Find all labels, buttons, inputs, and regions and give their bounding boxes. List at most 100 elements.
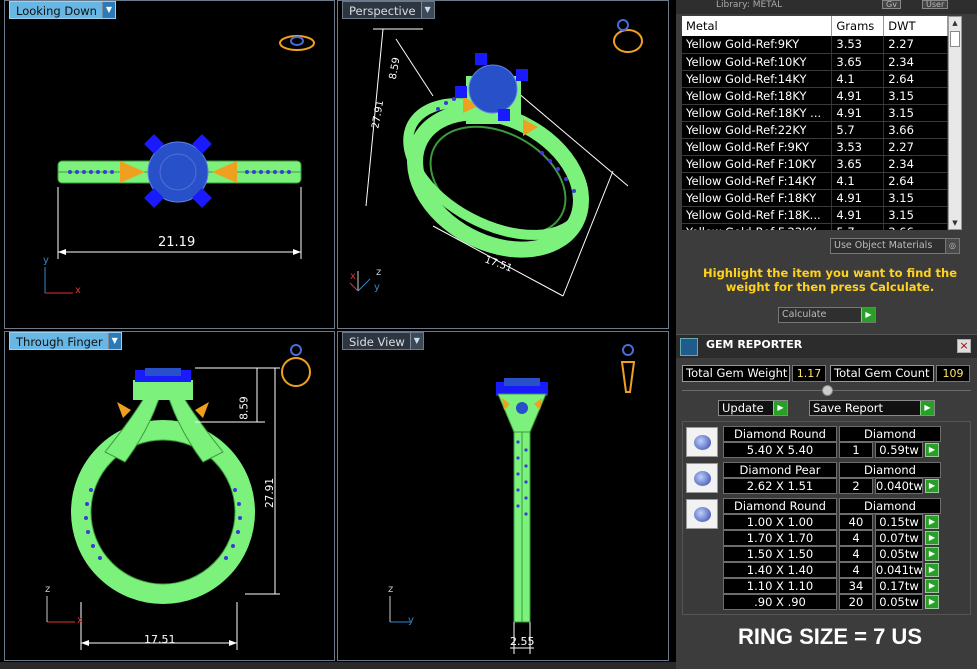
metal-cell-grams: 4.1 <box>831 70 885 88</box>
metal-table-row[interactable]: Yellow Gold-Ref:9KY 3.53 2.27 <box>682 36 948 54</box>
viewport-through-finger[interactable]: Through Finger ▼ 8.59 27.91 17.51 x z <box>4 331 335 661</box>
metal-table-row[interactable]: Yellow Gold-Ref F:18KY 4.91 3.15 <box>682 189 948 207</box>
gem-group: Diamond Pear Diamond 2.62 X 1.51 2 0.040tw ▶ <box>683 462 972 496</box>
axis-z-label: z <box>388 584 394 595</box>
gem-reporter-icon <box>680 338 698 356</box>
calculate-button[interactable]: Calculate ▶ <box>778 307 876 323</box>
chevron-down-icon[interactable]: ▼ <box>409 333 423 349</box>
axis-x-label: x <box>77 615 83 626</box>
metal-table-row[interactable]: Yellow Gold-Ref:14KY 4.1 2.64 <box>682 70 948 88</box>
gem-shape: Diamond Pear <box>723 462 837 478</box>
metal-cell-metal: Yellow Gold-Ref:22KY <box>682 121 833 139</box>
circle-option-icon[interactable]: ◎ <box>945 239 959 253</box>
gem-thumbnail[interactable] <box>686 427 718 457</box>
scroll-up-icon[interactable]: ▲ <box>949 17 961 29</box>
metal-cell-grams: 4.91 <box>831 206 885 224</box>
axis-y-label: y <box>408 615 414 626</box>
scroll-down-icon[interactable]: ▼ <box>949 217 961 229</box>
metal-cell-grams: 3.53 <box>831 36 885 54</box>
viewport-perspective[interactable]: Perspective ▼ 8.59 27.91 17.51 z x y <box>337 0 669 329</box>
metal-table-row[interactable]: Yellow Gold-Ref F:9KY 3.53 2.27 <box>682 138 948 156</box>
metal-cell-dwt: 2.34 <box>883 155 948 173</box>
play-arrow-icon[interactable]: ▶ <box>773 401 787 415</box>
chevron-down-icon[interactable]: ▼ <box>420 2 434 18</box>
play-arrow-icon[interactable]: ▶ <box>925 563 939 577</box>
play-arrow-icon[interactable]: ▶ <box>925 579 939 593</box>
gem-reporter-header: GEM REPORTER × <box>676 334 977 358</box>
use-object-materials-select[interactable]: Use Object Materials ◎ <box>830 238 960 254</box>
gem-group: Diamond Round Diamond 5.40 X 5.40 1 0.59tw ▶ <box>683 426 972 460</box>
gem-reporter-title: GEM REPORTER <box>706 338 803 351</box>
metal-table-row[interactable]: Yellow Gold-Ref:18KY ... 4.91 3.15 <box>682 104 948 122</box>
gem-weight: 0.07tw <box>875 530 923 546</box>
tab-perspective[interactable]: Perspective ▼ <box>342 1 435 19</box>
metal-table[interactable]: Metal Grams DWT Yellow Gold-Ref:9KY 3.53 2… <box>682 16 948 230</box>
chevron-down-icon[interactable]: ▼ <box>107 333 121 349</box>
gem-count: 40 <box>839 514 873 530</box>
metal-table-row[interactable]: Yellow Gold-Ref:22KY 5.7 3.66 <box>682 121 948 139</box>
play-arrow-icon[interactable]: ▶ <box>920 401 934 415</box>
play-arrow-icon[interactable]: ▶ <box>925 443 939 457</box>
gem-shape: Diamond Round <box>723 498 837 514</box>
divider-handle[interactable] <box>822 385 833 396</box>
axis-y-label: y <box>374 282 380 293</box>
close-icon[interactable]: × <box>957 339 971 353</box>
gem-material: Diamond <box>839 462 941 478</box>
total-gem-count-value: 109 <box>936 365 970 382</box>
metal-cell-dwt: 2.64 <box>883 70 948 88</box>
play-arrow-icon[interactable]: ▶ <box>925 479 939 493</box>
tab-looking-down[interactable]: Looking Down ▼ <box>9 1 116 19</box>
metal-cell-grams: 5.7 <box>831 121 885 139</box>
viewport-side-view[interactable]: Side View ▼ 2.55 y z <box>337 331 669 661</box>
gem-weight: 0.17tw <box>875 578 923 594</box>
through-finger-drawing <box>46 344 311 650</box>
gem-group: Diamond Round Diamond 1.00 X 1.00 40 0.15tw ▶… <box>683 498 972 612</box>
gem-thumbnail[interactable] <box>686 463 718 493</box>
gem-shape: Diamond Round <box>723 426 837 442</box>
diamond-icon <box>694 435 711 450</box>
play-arrow-icon[interactable]: ▶ <box>861 308 875 322</box>
metal-table-row[interactable]: Yellow Gold-Ref:10KY 3.65 2.34 <box>682 53 948 71</box>
metal-table-row[interactable]: Yellow Gold-Ref F:10KY 3.65 2.34 <box>682 155 948 173</box>
metal-cell-dwt: 3.15 <box>883 189 948 207</box>
metal-cell-metal: Yellow Gold-Ref:14KY <box>682 70 833 88</box>
column-header-metal[interactable]: Metal <box>682 16 833 36</box>
metal-cell-dwt: 2.27 <box>883 36 948 54</box>
gem-size: 5.40 X 5.40 <box>723 442 837 458</box>
library-user-button[interactable]: User <box>922 0 949 9</box>
gem-list[interactable]: Diamond Round Diamond 5.40 X 5.40 1 0.59tw ▶ D… <box>682 421 971 615</box>
metal-table-scrollbar[interactable]: ▲ ▼ <box>948 16 962 230</box>
gem-count: 20 <box>839 594 873 610</box>
tab-through-finger[interactable]: Through Finger ▼ <box>9 332 122 350</box>
save-report-button[interactable]: Save Report ▶ <box>809 400 935 416</box>
status-strip <box>0 662 676 669</box>
viewport-looking-down[interactable]: Looking Down ▼ 21.19 x y <box>4 0 335 329</box>
axis-z-label: z <box>45 584 51 595</box>
play-arrow-icon[interactable]: ▶ <box>925 547 939 561</box>
viewport-label: Looking Down <box>16 4 97 18</box>
metal-table-row[interactable]: Yellow Gold-Ref:18KY 4.91 3.15 <box>682 87 948 105</box>
chevron-down-icon[interactable]: ▼ <box>101 2 115 18</box>
metal-table-row[interactable]: Yellow Gold-Ref F:22KY5.73.66 <box>682 223 948 230</box>
metal-cell-dwt: 3.15 <box>883 104 948 122</box>
library-gv-button[interactable]: Gv <box>882 0 901 9</box>
metal-table-row[interactable]: Yellow Gold-Ref F:14KY 4.1 2.64 <box>682 172 948 190</box>
metal-cell-dwt: 3.15 <box>883 87 948 105</box>
play-arrow-icon[interactable]: ▶ <box>925 531 939 545</box>
metal-cell-grams: 4.91 <box>831 189 885 207</box>
play-arrow-icon[interactable]: ▶ <box>925 515 939 529</box>
metal-cell-metal: Yellow Gold-Ref:18KY <box>682 87 833 105</box>
update-button[interactable]: Update ▶ <box>718 400 788 416</box>
column-header-dwt[interactable]: DWT <box>883 16 948 36</box>
metal-cell-metal: Yellow Gold-Ref F:9KY <box>682 138 833 156</box>
play-arrow-icon[interactable]: ▶ <box>925 595 939 609</box>
metal-cell-metal: Yellow Gold-Ref F:22KY <box>682 223 833 230</box>
tab-side-view[interactable]: Side View ▼ <box>342 332 424 350</box>
column-header-grams[interactable]: Grams <box>831 16 885 36</box>
gem-thumbnail[interactable] <box>686 499 718 529</box>
metal-table-row[interactable]: Yellow Gold-Ref F:18K... 4.91 3.15 <box>682 206 948 224</box>
metal-cell-grams: 3.53 <box>831 138 885 156</box>
library-header: Library: METAL Gv User <box>676 0 977 14</box>
metal-cell-dwt: 3.66 <box>883 121 948 139</box>
scroll-thumb[interactable] <box>950 31 960 47</box>
